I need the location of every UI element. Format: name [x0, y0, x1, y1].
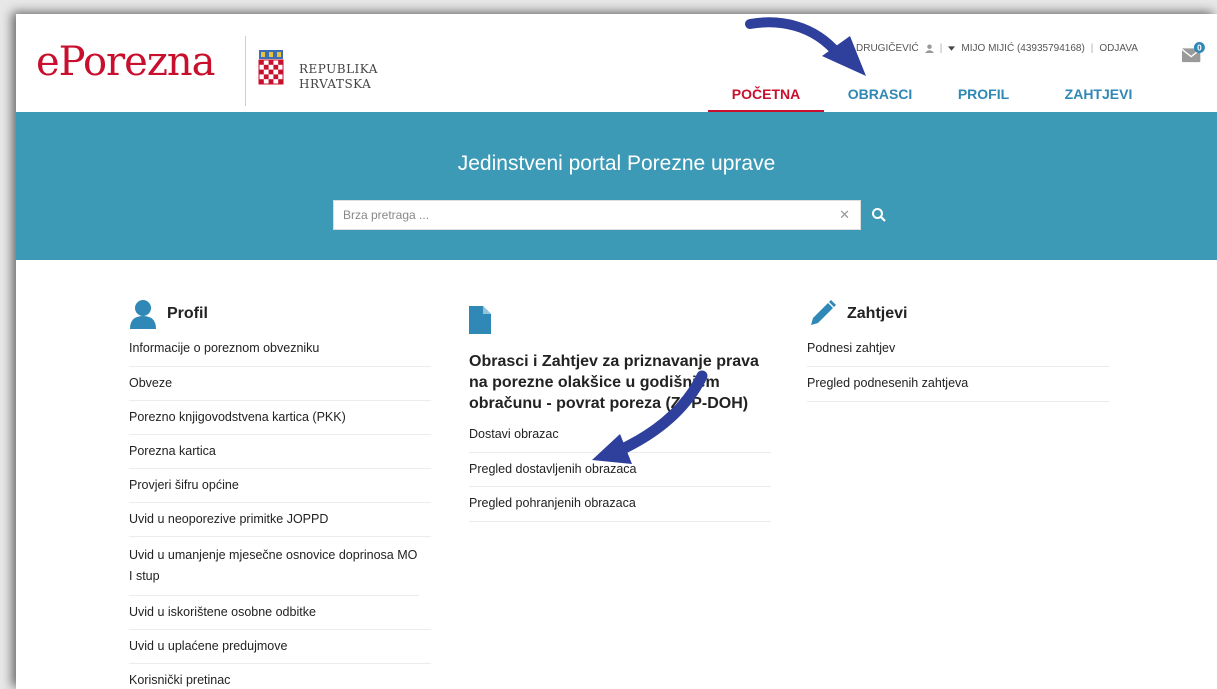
- mail-count-badge: 0: [1197, 43, 1202, 52]
- user-icon: [924, 44, 934, 53]
- logo-divider: [245, 36, 246, 106]
- zahtjevi-section: Zahtjevi Podnesi zahtjev Pregled podnese…: [807, 296, 1109, 402]
- person-icon: [130, 300, 156, 329]
- nav-zahtjevi[interactable]: ZAHTJEVI: [1031, 82, 1166, 112]
- user-bar: DRUGIČEVIĆ | MIJO MIJIĆ (43935794168) | …: [856, 43, 1138, 54]
- list-item[interactable]: Porezna kartica: [129, 435, 431, 469]
- document-icon: [469, 306, 491, 334]
- list-item[interactable]: Uvid u neoporezive primitke JOPPD: [129, 503, 431, 537]
- logo-text: ePorezna: [36, 39, 216, 85]
- nav-profil[interactable]: PROFIL: [936, 82, 1031, 112]
- separator: |: [939, 43, 943, 54]
- zahtjevi-header: Zahtjevi: [807, 296, 1109, 332]
- profil-list: Informacije o poreznom obvezniku Obveze …: [129, 332, 431, 689]
- profil-title: Profil: [167, 305, 208, 322]
- hero-banner: Jedinstveni portal Porezne uprave ✕: [16, 112, 1217, 260]
- list-item[interactable]: Uvid u umanjenje mjesečne osnovice dopri…: [129, 537, 419, 596]
- list-item[interactable]: Obveze: [129, 367, 431, 401]
- zahtjevi-list: Podnesi zahtjev Pregled podnesenih zahtj…: [807, 332, 1109, 402]
- user-name-selected[interactable]: MIJO MIJIĆ (43935794168): [961, 43, 1084, 54]
- portal-title: Jedinstveni portal Porezne uprave: [457, 152, 776, 175]
- list-item[interactable]: Korisnički pretinac: [129, 664, 431, 689]
- caret-down-icon[interactable]: [948, 45, 956, 52]
- republika-hrvatska-label: REPUBLIKA HRVATSKA: [299, 62, 378, 92]
- browser-page: ePorezna REPUBLIKA HRVATSKA DRUGIČEVIĆ |: [16, 14, 1217, 689]
- eporezna-logo[interactable]: ePorezna: [36, 39, 216, 85]
- logout-link[interactable]: ODJAVA: [1099, 43, 1138, 54]
- list-item[interactable]: Uvid u iskorištene osobne odbitke: [129, 596, 431, 630]
- separator: |: [1090, 43, 1094, 54]
- profil-header: Profil: [129, 296, 431, 332]
- search-input[interactable]: [334, 201, 814, 229]
- search-box: ✕: [333, 200, 861, 230]
- list-item[interactable]: Provjeri šifru općine: [129, 469, 431, 503]
- list-item[interactable]: Porezno knjigovodstvena kartica (PKK): [129, 401, 431, 435]
- pencil-icon: [811, 300, 836, 325]
- clear-search-icon[interactable]: ✕: [839, 207, 850, 223]
- list-item[interactable]: Pregled podnesenih zahtjeva: [807, 367, 1109, 402]
- list-item[interactable]: Podnesi zahtjev: [807, 332, 1109, 367]
- list-item[interactable]: Uvid u uplaćene predujmove: [129, 630, 431, 664]
- croatian-coat-of-arms-icon: [258, 50, 284, 85]
- annotation-arrow-icon: [745, 17, 866, 76]
- annotation-arrow-icon: [592, 370, 708, 464]
- header: ePorezna REPUBLIKA HRVATSKA DRUGIČEVIĆ |: [16, 14, 1217, 112]
- zahtjevi-title: Zahtjevi: [847, 305, 908, 322]
- list-item[interactable]: Pregled pohranjenih obrazaca: [469, 487, 771, 522]
- search-icon[interactable]: [871, 207, 887, 223]
- republic-line2: HRVATSKA: [299, 77, 372, 91]
- mail-icon[interactable]: 0: [1181, 42, 1205, 64]
- republic-line1: REPUBLIKA: [299, 62, 378, 76]
- profil-section: Profil Informacije o poreznom obvezniku …: [129, 296, 431, 689]
- list-item[interactable]: Informacije o poreznom obvezniku: [129, 332, 431, 367]
